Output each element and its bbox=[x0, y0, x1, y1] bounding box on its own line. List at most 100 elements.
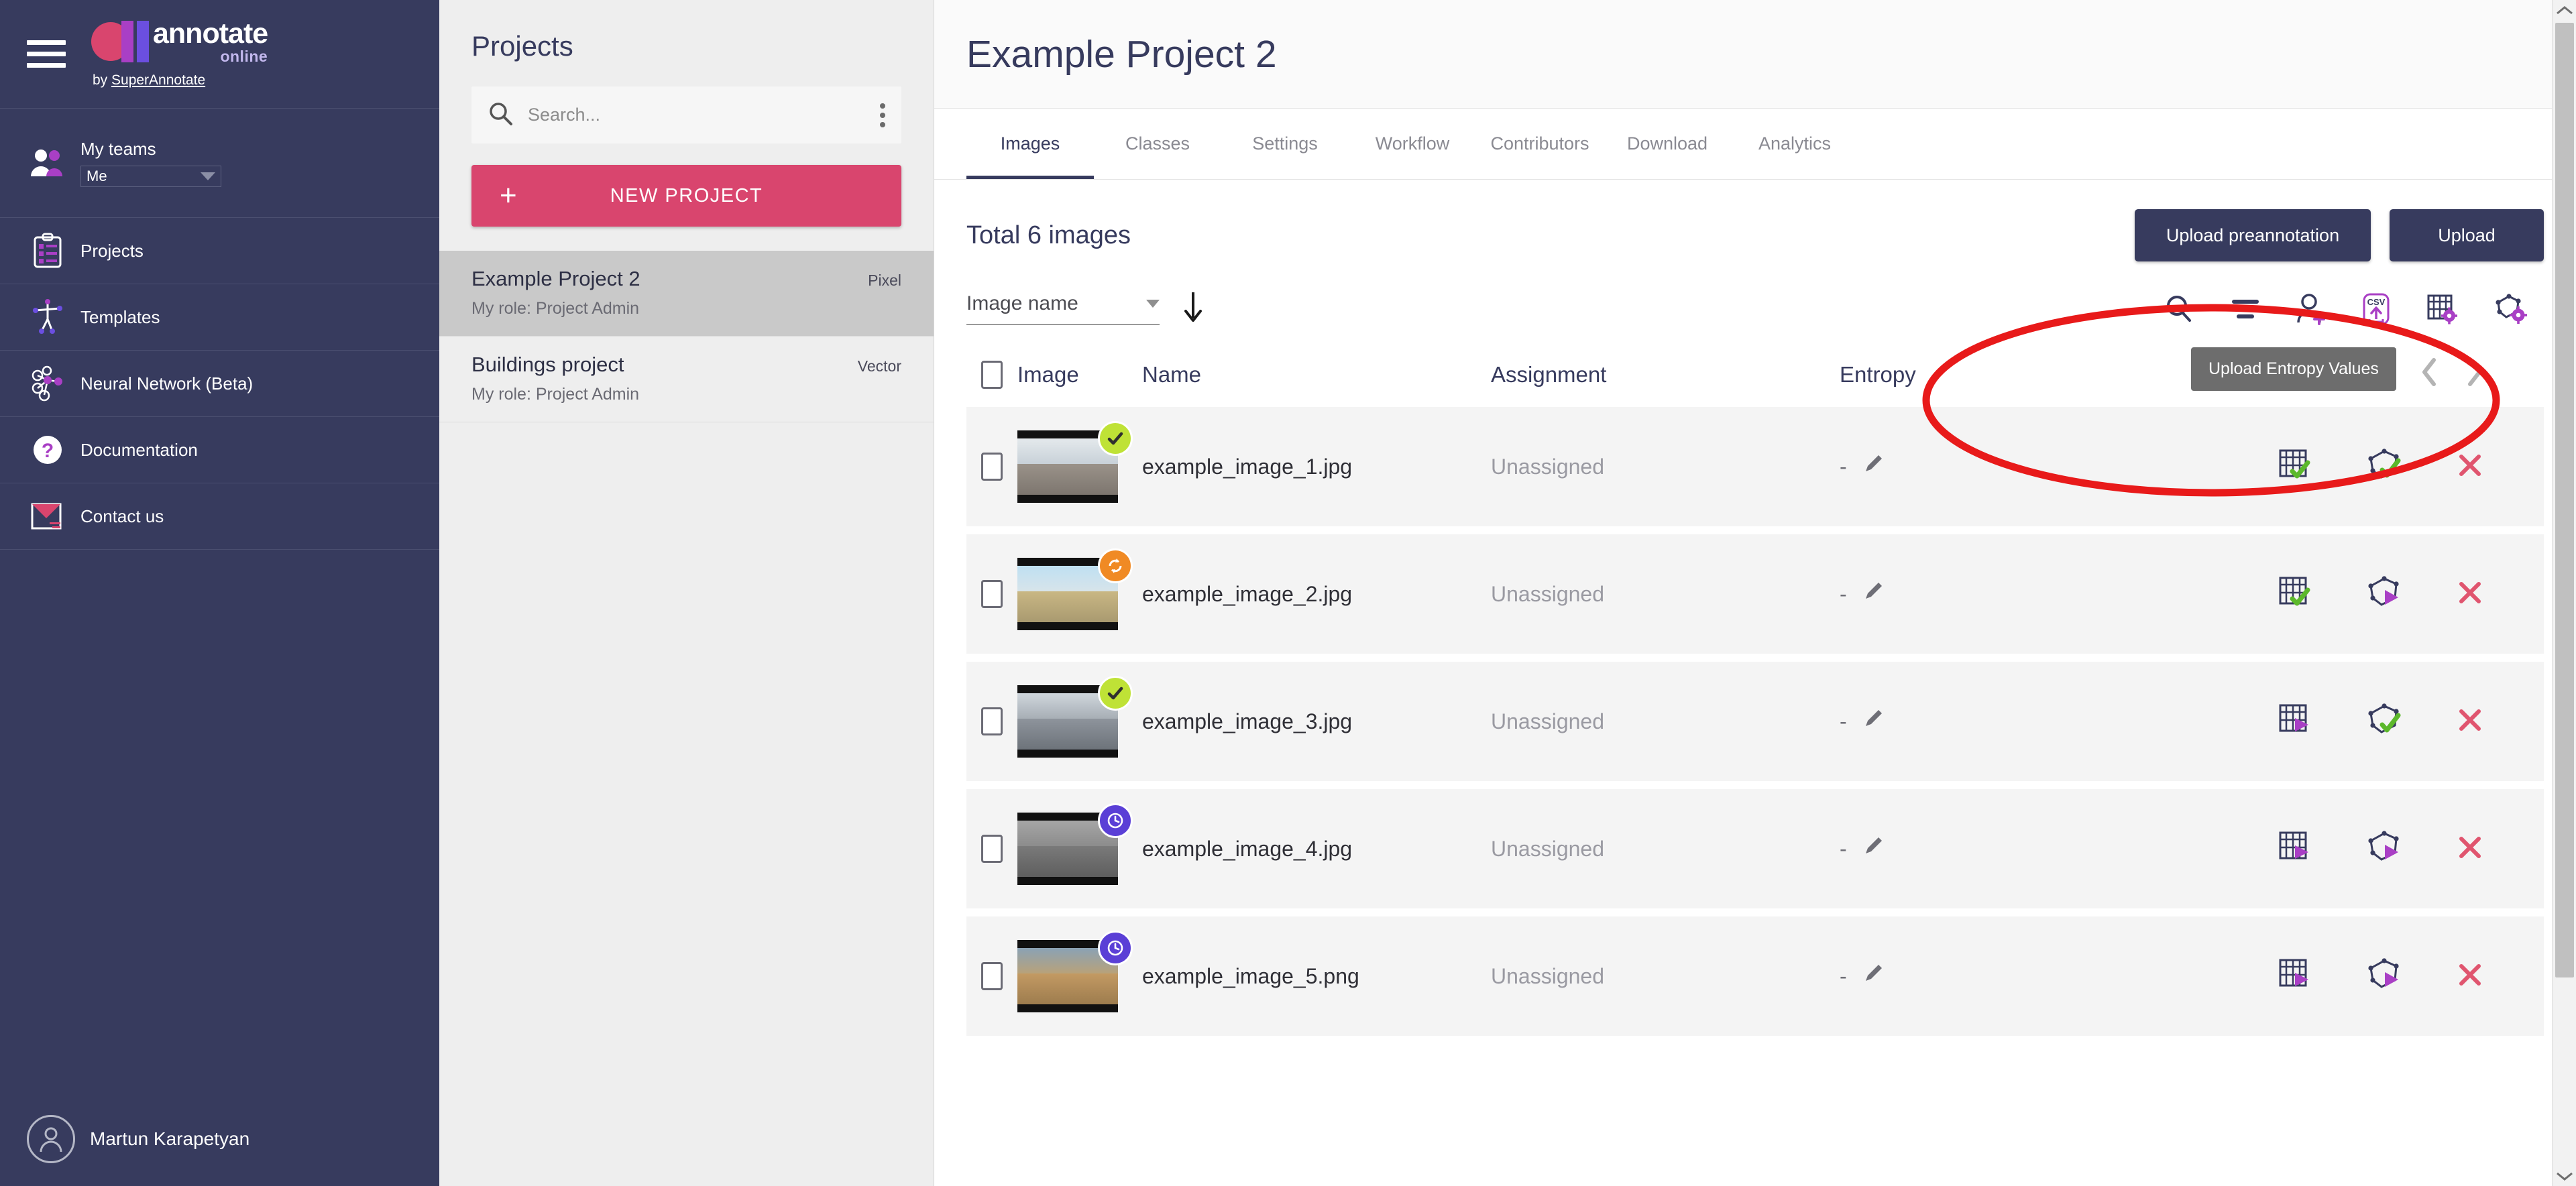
hamburger-menu-icon[interactable] bbox=[27, 34, 66, 74]
polygon-check-icon[interactable] bbox=[2367, 448, 2404, 486]
caret-down-icon bbox=[1146, 300, 1160, 308]
pencil-icon[interactable] bbox=[1862, 580, 1885, 608]
row-actions bbox=[2188, 703, 2544, 741]
sidebar-item-documentation[interactable]: ? Documentation bbox=[0, 417, 439, 483]
close-x-icon[interactable] bbox=[2457, 834, 2483, 864]
chevron-down-icon bbox=[201, 172, 215, 180]
pencil-icon[interactable] bbox=[1862, 453, 1885, 481]
close-x-icon[interactable] bbox=[2457, 579, 2483, 609]
filter-icon[interactable] bbox=[2230, 297, 2261, 321]
table-header: Image Name Assignment Entropy bbox=[966, 357, 2544, 407]
pencil-icon[interactable] bbox=[1862, 707, 1885, 735]
upload-button[interactable]: Upload bbox=[2390, 209, 2544, 261]
logo-byline-brand[interactable]: SuperAnnotate bbox=[111, 72, 205, 88]
polygon-settings-icon[interactable] bbox=[2494, 293, 2529, 325]
sidebar-user-profile[interactable]: Martun Karapetyan bbox=[0, 1092, 439, 1186]
close-x-icon[interactable] bbox=[2457, 961, 2483, 992]
row-thumbnail-cell bbox=[1017, 940, 1142, 1012]
tab-workflow[interactable]: Workflow bbox=[1349, 109, 1476, 179]
avatar bbox=[27, 1115, 75, 1163]
tab-settings[interactable]: Settings bbox=[1221, 109, 1349, 179]
close-x-icon[interactable] bbox=[2457, 707, 2483, 737]
polygon-check-icon[interactable] bbox=[2367, 703, 2404, 741]
tab-analytics[interactable]: Analytics bbox=[1731, 109, 1858, 179]
sort-direction-arrow-down-icon[interactable] bbox=[1181, 290, 1205, 328]
polygon-play-icon[interactable] bbox=[2367, 957, 2404, 996]
table-row[interactable]: example_image_4.jpg Unassigned - bbox=[966, 789, 2544, 908]
polygon-play-icon[interactable] bbox=[2367, 830, 2404, 868]
csv-upload-icon[interactable]: CSV bbox=[2361, 292, 2391, 326]
my-teams-label: My teams bbox=[80, 139, 221, 160]
row-checkbox-cell bbox=[966, 962, 1017, 990]
sidebar-item-projects[interactable]: Projects bbox=[0, 218, 439, 284]
team-select[interactable]: Me bbox=[80, 166, 221, 187]
status-badge-check bbox=[1098, 676, 1133, 711]
kebab-menu-icon[interactable] bbox=[868, 103, 885, 127]
new-project-label: NEW PROJECT bbox=[610, 185, 763, 207]
sidebar-item-label: Contact us bbox=[80, 506, 164, 527]
row-thumbnail-cell bbox=[1017, 558, 1142, 630]
row-checkbox[interactable] bbox=[981, 707, 1003, 735]
close-x-icon[interactable] bbox=[2457, 452, 2483, 482]
grid-play-icon[interactable] bbox=[2278, 703, 2314, 741]
vertical-scrollbar[interactable] bbox=[2552, 0, 2576, 1186]
sidebar-item-templates[interactable]: Templates bbox=[0, 284, 439, 351]
project-search-bar[interactable] bbox=[471, 86, 901, 143]
chevron-left-icon[interactable] bbox=[2420, 357, 2439, 392]
chevron-right-icon[interactable] bbox=[2465, 357, 2483, 392]
assign-user-icon[interactable] bbox=[2296, 293, 2327, 325]
grid-check-icon[interactable] bbox=[2278, 575, 2314, 613]
grid-play-icon[interactable] bbox=[2278, 957, 2314, 996]
select-all-checkbox[interactable] bbox=[981, 361, 1003, 389]
table-row[interactable]: example_image_2.jpg Unassigned - bbox=[966, 534, 2544, 654]
tab-classes[interactable]: Classes bbox=[1094, 109, 1221, 179]
project-name: Example Project 2 bbox=[471, 267, 640, 291]
row-checkbox-cell bbox=[966, 453, 1017, 481]
sidebar-item-neural-network[interactable]: Neural Network (Beta) bbox=[0, 351, 439, 417]
scroll-down-arrow-icon[interactable] bbox=[2553, 1171, 2576, 1181]
clipboard-icon bbox=[27, 233, 68, 269]
project-list-item[interactable]: Buildings project Vector My role: Projec… bbox=[439, 337, 934, 422]
grid-settings-icon[interactable] bbox=[2426, 293, 2459, 325]
tab-download[interactable]: Download bbox=[1604, 109, 1731, 179]
upload-preannotation-button[interactable]: Upload preannotation bbox=[2135, 209, 2371, 261]
neural-network-icon bbox=[27, 365, 68, 402]
row-entropy-value: - bbox=[1840, 582, 1847, 607]
pencil-icon[interactable] bbox=[1862, 835, 1885, 863]
new-project-button[interactable]: + NEW PROJECT bbox=[471, 165, 901, 227]
table-row[interactable]: example_image_1.jpg Unassigned - bbox=[966, 407, 2544, 526]
logo-word-online: online bbox=[153, 49, 268, 64]
logo-byline[interactable]: by SuperAnnotate bbox=[93, 72, 268, 88]
sort-field-select[interactable]: Image name bbox=[966, 292, 1160, 325]
row-checkbox[interactable] bbox=[981, 453, 1003, 481]
grid-play-icon[interactable] bbox=[2278, 830, 2314, 868]
row-checkbox[interactable] bbox=[981, 580, 1003, 608]
search-input[interactable] bbox=[528, 105, 868, 125]
sidebar-item-contact-us[interactable]: Contact us bbox=[0, 483, 439, 550]
brand-logo[interactable]: annotate online by SuperAnnotate bbox=[91, 19, 268, 88]
row-checkbox-cell bbox=[966, 707, 1017, 735]
tab-images[interactable]: Images bbox=[966, 109, 1094, 179]
table-row[interactable]: example_image_5.png Unassigned - bbox=[966, 916, 2544, 1036]
grid-check-icon[interactable] bbox=[2278, 448, 2314, 486]
row-image-name: example_image_1.jpg bbox=[1142, 455, 1491, 479]
scrollbar-thumb[interactable] bbox=[2555, 23, 2574, 977]
sidebar-item-label: Neural Network (Beta) bbox=[80, 373, 253, 394]
row-actions bbox=[2188, 957, 2544, 996]
logo-byline-prefix: by bbox=[93, 72, 111, 88]
sidebar-spacer bbox=[0, 550, 439, 1092]
column-header-pager bbox=[2188, 357, 2544, 392]
polygon-play-icon[interactable] bbox=[2367, 575, 2404, 613]
pencil-icon[interactable] bbox=[1862, 962, 1885, 990]
column-header-assignment: Assignment bbox=[1491, 362, 1840, 388]
sidebar-my-teams: My teams Me bbox=[0, 109, 439, 218]
tab-contributors[interactable]: Contributors bbox=[1476, 109, 1604, 179]
scroll-up-arrow-icon[interactable] bbox=[2553, 5, 2576, 15]
pagination-controls bbox=[2420, 357, 2483, 392]
search-icon[interactable] bbox=[2164, 294, 2195, 324]
table-row[interactable]: example_image_3.jpg Unassigned - bbox=[966, 662, 2544, 781]
project-list-item[interactable]: Example Project 2 Pixel My role: Project… bbox=[439, 251, 934, 337]
row-checkbox[interactable] bbox=[981, 835, 1003, 863]
row-checkbox[interactable] bbox=[981, 962, 1003, 990]
column-header-entropy: Entropy bbox=[1840, 362, 2188, 388]
